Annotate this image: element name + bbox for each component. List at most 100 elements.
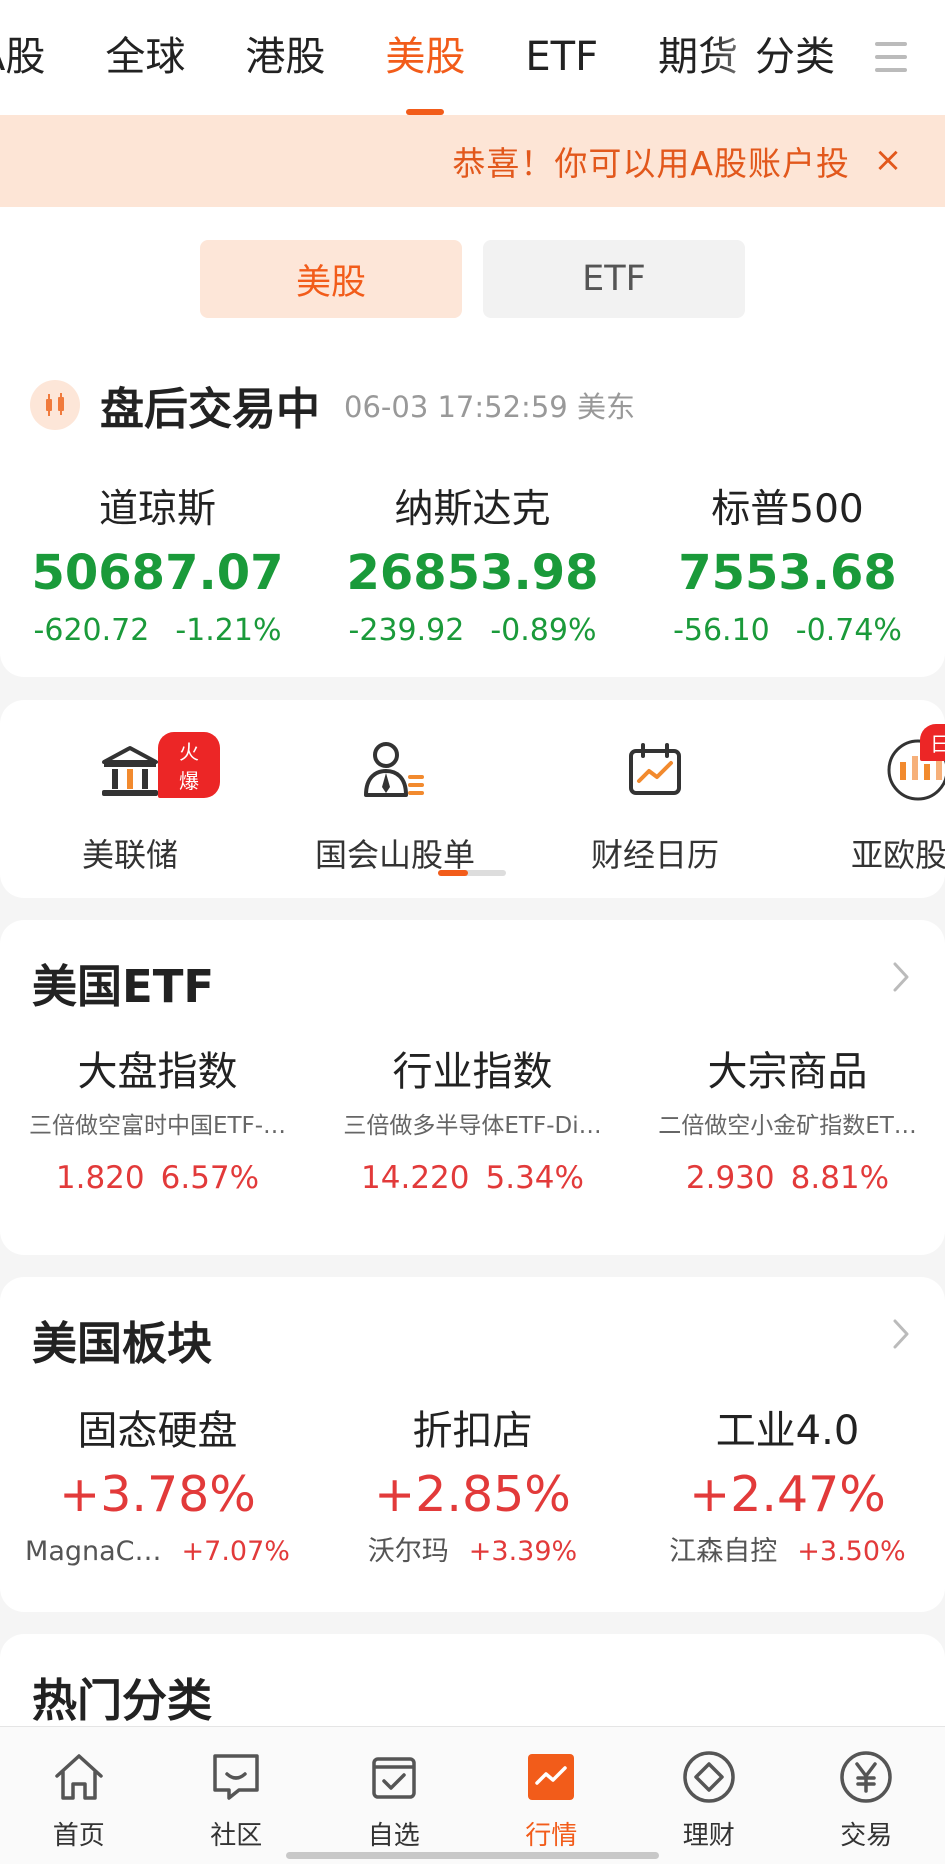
tool-asia-europe[interactable]: 亚欧股 日 [826,720,945,876]
us-sector-card[interactable]: 美国板块 固态硬盘 +3.78% MagnaC… +7.07% 折扣店 +2.85… [0,1277,945,1612]
home-indicator[interactable] [286,1852,659,1859]
diamond-icon [679,1747,739,1807]
tool-congress[interactable]: 国会山股单 [305,720,485,876]
index-change-pct: -0.74% [795,613,902,648]
promo-banner[interactable]: 恭喜！你可以用A股账户投 × [0,115,945,207]
nav-community[interactable]: 社区 [158,1727,316,1864]
tab-global[interactable]: 全球 [105,0,185,115]
tool-label: 美联储 [81,836,178,874]
index-value: 50687.07 [31,545,284,601]
etf-price: 2.930 [685,1160,775,1196]
home-icon [49,1747,109,1807]
nav-home[interactable]: 首页 [0,1727,158,1864]
sector-list: 固态硬盘 +3.78% MagnaC… +7.07% 折扣店 +2.85% 沃尔玛… [0,1399,945,1577]
market-status-time: 06-03 17:52:59 美东 [344,390,635,424]
nav-label: 行情 [525,1821,578,1851]
etf-price: 1.820 [55,1160,145,1196]
tab-a-share[interactable]: A股 [0,0,45,115]
tool-calendar[interactable]: 财经日历 [565,720,745,876]
etf-fund-name: 二倍做空小金矿指数ET… [658,1113,917,1139]
segment-us-stock[interactable]: 美股 [200,240,462,318]
checklist-icon [364,1747,424,1807]
index-name: 道琼斯 [98,487,216,532]
index-name: 纳斯达克 [394,487,551,532]
index-change-pct: -1.21% [175,613,282,648]
chevron-right-icon[interactable] [881,1309,921,1359]
leader-pct: +3.39% [468,1536,578,1567]
leader-pct: +7.07% [181,1536,290,1567]
menu-icon[interactable] [875,42,907,72]
tabs-track: A股 全球 港股 美股 ETF 期货 [0,0,752,115]
etf-item[interactable]: 大盘指数 三倍做空富时中国ETF-… 1.820 6.57% [0,1040,315,1208]
tool-label: 财经日历 [590,836,719,874]
sector-item[interactable]: 工业4.0 +2.47% 江森自控 +3.50% [630,1399,945,1577]
tab-us[interactable]: 美股 [385,0,465,115]
tool-fed[interactable]: 美联储 火爆 [40,720,220,876]
etf-fund-name: 三倍做空富时中国ETF-… [28,1113,287,1139]
sector-leader: 江森自控 +3.50% [630,1527,945,1577]
etf-quote: 1.820 6.57% [0,1148,315,1208]
index-name: 标普500 [711,487,864,532]
tab-hk[interactable]: 港股 [245,0,325,115]
etf-pct: 6.57% [160,1160,260,1196]
tools-card: 美联储 火爆 国会山股单 财经日历 亚欧股 日 [0,700,945,898]
nav-label: 理财 [682,1821,735,1851]
tab-futures[interactable]: 期货 [658,0,738,115]
sector-pct: +3.78% [59,1466,256,1523]
etf-fund-name: 三倍做多半导体ETF-Di… [343,1113,602,1139]
tab-category[interactable]: 分类 [755,0,835,115]
congress-person-icon [305,720,485,820]
etf-quote: 14.220 5.34% [315,1148,630,1208]
index-grid: 道琼斯 50687.07 -620.72 -1.21% 纳斯达克 26853.98… [0,480,945,656]
nav-watchlist[interactable]: 自选 [315,1727,473,1864]
sector-name: 折扣店 [412,1408,533,1454]
sector-name: 固态硬盘 [77,1408,238,1454]
leader-name: MagnaC… [25,1536,162,1567]
yuan-icon [836,1747,896,1807]
nav-market[interactable]: 行情 [473,1727,631,1864]
nav-trade[interactable]: 交易 [788,1727,945,1864]
market-tabs: A股 全球 港股 美股 ETF 期货 分类 [0,0,945,115]
sector-pct: +2.85% [374,1466,571,1523]
nav-label: 交易 [840,1821,893,1851]
index-change-amount: -620.72 [33,613,150,648]
nav-label: 首页 [52,1821,105,1851]
leader-pct: +3.50% [797,1536,906,1567]
segment-etf[interactable]: ETF [483,240,745,318]
index-sp500[interactable]: 标普500 7553.68 -56.10 -0.74% [630,480,945,656]
nav-wealth[interactable]: 理财 [630,1727,788,1864]
section-title: 美国ETF [32,960,215,1013]
chevron-right-icon[interactable] [881,952,921,1002]
tools-scroll-indicator [438,870,506,876]
etf-pct: 5.34% [485,1160,584,1196]
market-status-title: 盘后交易中 [100,384,320,435]
etf-item[interactable]: 行业指数 三倍做多半导体ETF-Di… 14.220 5.34% [315,1040,630,1208]
daily-badge: 日 [920,724,945,761]
chat-icon [206,1747,266,1807]
market-chart-icon [521,1747,581,1807]
tab-etf[interactable]: ETF [525,0,598,115]
sector-name: 工业4.0 [715,1408,860,1454]
close-icon[interactable]: × [863,135,913,185]
us-etf-card[interactable]: 美国ETF 大盘指数 三倍做空富时中国ETF-… 1.820 6.57% 行业指数… [0,920,945,1255]
index-value: 7553.68 [678,545,897,601]
sector-leader: 沃尔玛 +3.39% [315,1527,630,1577]
etf-list: 大盘指数 三倍做空富时中国ETF-… 1.820 6.57% 行业指数 三倍做多半… [0,1040,945,1208]
section-title: 热门分类 [32,1674,213,1727]
index-value: 26853.98 [346,545,599,601]
sector-item[interactable]: 折扣店 +2.85% 沃尔玛 +3.39% [315,1399,630,1577]
market-status: 盘后交易中 06-03 17:52:59 美东 [30,370,635,440]
index-dow[interactable]: 道琼斯 50687.07 -620.72 -1.21% [0,480,315,656]
leader-name: 沃尔玛 [367,1536,449,1567]
index-change: -239.92 -0.89% [315,606,630,656]
etf-item[interactable]: 大宗商品 二倍做空小金矿指数ET… 2.930 8.81% [630,1040,945,1208]
index-nasdaq[interactable]: 纳斯达克 26853.98 -239.92 -0.89% [315,480,630,656]
hot-badge: 火爆 [158,732,220,798]
banner-text: 恭喜！你可以用A股账户投 [452,144,850,183]
etf-category: 大盘指数 [77,1049,238,1095]
candlestick-icon [30,380,80,430]
index-change-amount: -239.92 [348,613,465,648]
calendar-chart-icon [565,720,745,820]
etf-category: 行业指数 [392,1049,553,1095]
sector-item[interactable]: 固态硬盘 +3.78% MagnaC… +7.07% [0,1399,315,1577]
